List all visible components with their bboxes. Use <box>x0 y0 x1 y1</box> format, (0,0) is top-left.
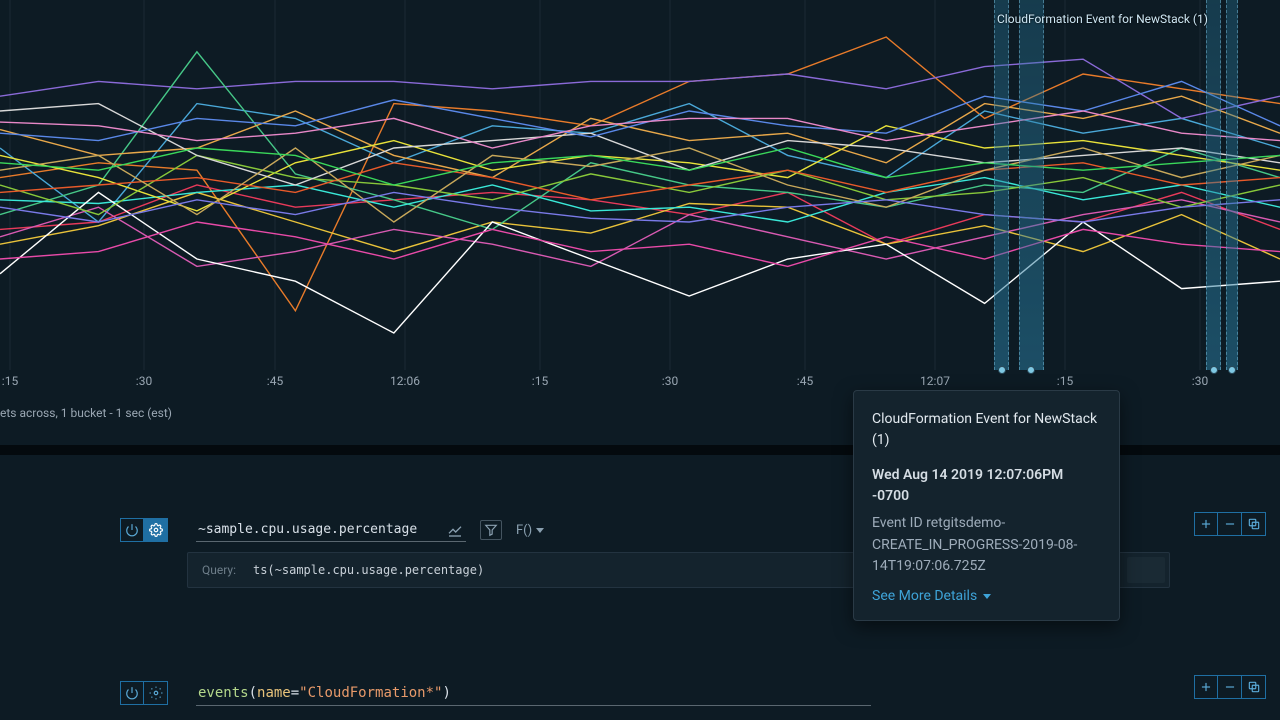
event-header-label: CloudFormation Event for NewStack (1) <box>997 12 1208 26</box>
query-action-buttons <box>1194 512 1266 536</box>
series-line[interactable] <box>0 81 1280 140</box>
remove-query-button[interactable] <box>1218 675 1242 699</box>
chart-area[interactable]: CloudFormation Event for NewStack (1) :1… <box>0 0 1280 395</box>
x-tick-label: :15 <box>2 374 18 388</box>
add-query-button[interactable] <box>1194 675 1218 699</box>
function-dropdown[interactable]: F() <box>516 523 544 538</box>
chevron-down-icon <box>983 594 991 599</box>
x-tick-label: :30 <box>662 374 678 388</box>
x-tick-label: :15 <box>1057 374 1073 388</box>
metric-input[interactable] <box>196 518 444 541</box>
tooltip-event-id: Event ID retgitsdemo-CREATE_IN_PROGRESS-… <box>872 513 1101 578</box>
event-band[interactable] <box>1226 0 1238 370</box>
event-marker[interactable] <box>1228 366 1236 374</box>
x-tick-label: :30 <box>1192 374 1208 388</box>
chart-summary: ets across, 1 bucket - 1 sec (est) <box>0 406 172 420</box>
chevron-down-icon <box>536 528 544 533</box>
events-query-text[interactable]: events(name="CloudFormation*") <box>196 681 871 706</box>
x-tick-label: :45 <box>267 374 283 388</box>
settings-button[interactable] <box>144 518 168 542</box>
event-band[interactable] <box>994 0 1009 370</box>
series-line[interactable] <box>0 178 1280 222</box>
see-more-details-link[interactable]: See More Details <box>872 588 1101 604</box>
event-marker[interactable] <box>1210 366 1218 374</box>
x-tick-label: :45 <box>797 374 813 388</box>
tooltip-date: Wed Aug 14 2019 12:07:06PM -0700 <box>872 465 1101 507</box>
remove-query-button[interactable] <box>1218 512 1242 536</box>
power-button[interactable] <box>120 681 144 705</box>
x-tick-label: 12:06 <box>390 374 420 388</box>
series-line[interactable] <box>0 126 1280 211</box>
event-band[interactable] <box>1019 0 1044 370</box>
event-tooltip: CloudFormation Event for NewStack (1) We… <box>853 390 1120 621</box>
series-line[interactable] <box>0 52 1280 230</box>
clone-query-button[interactable] <box>1242 512 1266 536</box>
tooltip-title: CloudFormation Event for NewStack (1) <box>872 409 1101 451</box>
series-line[interactable] <box>0 222 1280 266</box>
add-query-button[interactable] <box>1194 512 1218 536</box>
series-line[interactable] <box>0 104 1280 185</box>
query-action-buttons <box>1194 675 1266 699</box>
series-line[interactable] <box>0 96 1280 177</box>
power-button[interactable] <box>120 518 144 542</box>
filter-button[interactable] <box>480 520 502 540</box>
clone-query-button[interactable] <box>1242 675 1266 699</box>
x-tick-label: :30 <box>136 374 152 388</box>
event-band[interactable] <box>1206 0 1221 370</box>
settings-button[interactable] <box>144 681 168 705</box>
event-marker[interactable] <box>998 366 1006 374</box>
x-tick-label: 12:07 <box>920 374 950 388</box>
query-input-wrap <box>196 518 466 542</box>
line-chart[interactable] <box>0 0 1280 395</box>
query-panel-2: events(name="CloudFormation*") <box>0 675 1280 711</box>
chart-type-button[interactable] <box>444 520 466 540</box>
x-tick-label: :15 <box>532 374 548 388</box>
